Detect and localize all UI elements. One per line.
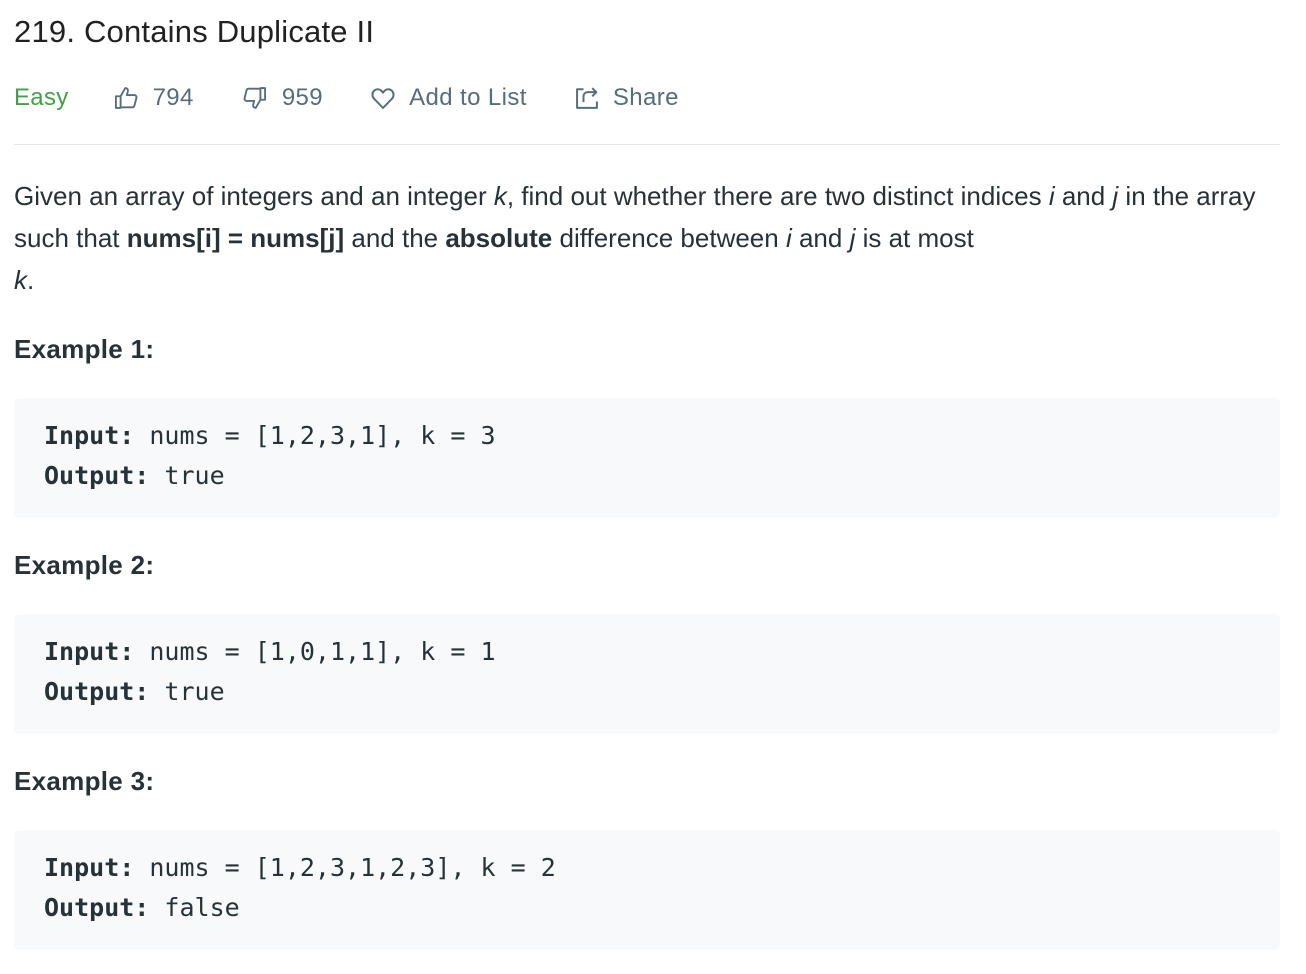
- example-1-output: Output: true: [44, 456, 1250, 496]
- desc-var-k: k: [493, 181, 507, 211]
- example-1-title: Example 1:: [14, 334, 155, 364]
- thumbs-down-icon: [243, 87, 266, 109]
- problem-page: 219. Contains Duplicate II Easy 794 959 …: [0, 0, 1306, 974]
- dislike-button[interactable]: 959: [240, 84, 323, 112]
- example-2-output: Output: true: [44, 672, 1250, 712]
- output-label: Output:: [44, 893, 150, 922]
- difficulty-label: Easy: [14, 84, 69, 111]
- add-to-list-label: Add to List: [409, 84, 527, 111]
- desc-bold-absolute: absolute: [445, 223, 553, 253]
- dislike-count: 959: [281, 84, 324, 111]
- desc-text: difference between: [552, 223, 786, 253]
- share-icon: [575, 87, 598, 109]
- desc-text: .: [27, 265, 35, 295]
- desc-text: and: [1054, 181, 1113, 211]
- desc-text: Given an array of integers and an intege…: [14, 181, 494, 211]
- input-label: Input:: [44, 853, 135, 882]
- like-count: 794: [152, 84, 194, 111]
- example-1-input: Input: nums = [1,2,3,1], k = 3: [44, 416, 1250, 456]
- example-3-input: Input: nums = [1,2,3,1,2,3], k = 2: [44, 848, 1250, 888]
- output-label: Output:: [44, 677, 150, 706]
- problem-meta-bar: Easy 794 959 Add to List Share: [14, 80, 725, 116]
- problem-title: 219. Contains Duplicate II: [14, 14, 375, 49]
- output-value: true: [149, 677, 225, 706]
- example-1-code: Input: nums = [1,2,3,1], k = 3 Output: t…: [14, 398, 1280, 518]
- desc-text: and: [791, 223, 850, 253]
- example-2-code: Input: nums = [1,0,1,1], k = 1 Output: t…: [14, 614, 1280, 734]
- output-label: Output:: [44, 461, 150, 490]
- share-button[interactable]: Share: [573, 84, 679, 112]
- heart-icon: [371, 88, 395, 109]
- input-value: nums = [1,2,3,1], k = 3: [134, 421, 496, 450]
- example-2-title: Example 2:: [14, 550, 155, 580]
- example-2-input: Input: nums = [1,0,1,1], k = 1: [44, 632, 1250, 672]
- add-to-list-button[interactable]: Add to List: [369, 84, 527, 112]
- input-value: nums = [1,2,3,1,2,3], k = 2: [134, 853, 556, 882]
- header-divider: [14, 144, 1280, 145]
- output-value: true: [149, 461, 225, 490]
- input-label: Input:: [44, 421, 135, 450]
- input-label: Input:: [44, 637, 135, 666]
- desc-text: , find out whether there are two distinc…: [506, 181, 1049, 211]
- desc-var-k: k: [14, 265, 27, 295]
- input-value: nums = [1,0,1,1], k = 1: [134, 637, 496, 666]
- desc-text: and the: [344, 223, 446, 253]
- share-label: Share: [612, 84, 679, 111]
- example-3-code: Input: nums = [1,2,3,1,2,3], k = 2 Outpu…: [14, 830, 1280, 950]
- problem-description: Given an array of integers and an intege…: [14, 175, 1274, 301]
- desc-bold-condition: nums[i] = nums[j]: [126, 223, 345, 253]
- desc-text: is at most: [855, 223, 974, 253]
- output-value: false: [149, 893, 240, 922]
- like-button[interactable]: 794: [113, 84, 194, 112]
- example-3-output: Output: false: [44, 888, 1250, 928]
- example-3-title: Example 3:: [14, 766, 155, 796]
- thumbs-up-icon: [114, 87, 138, 109]
